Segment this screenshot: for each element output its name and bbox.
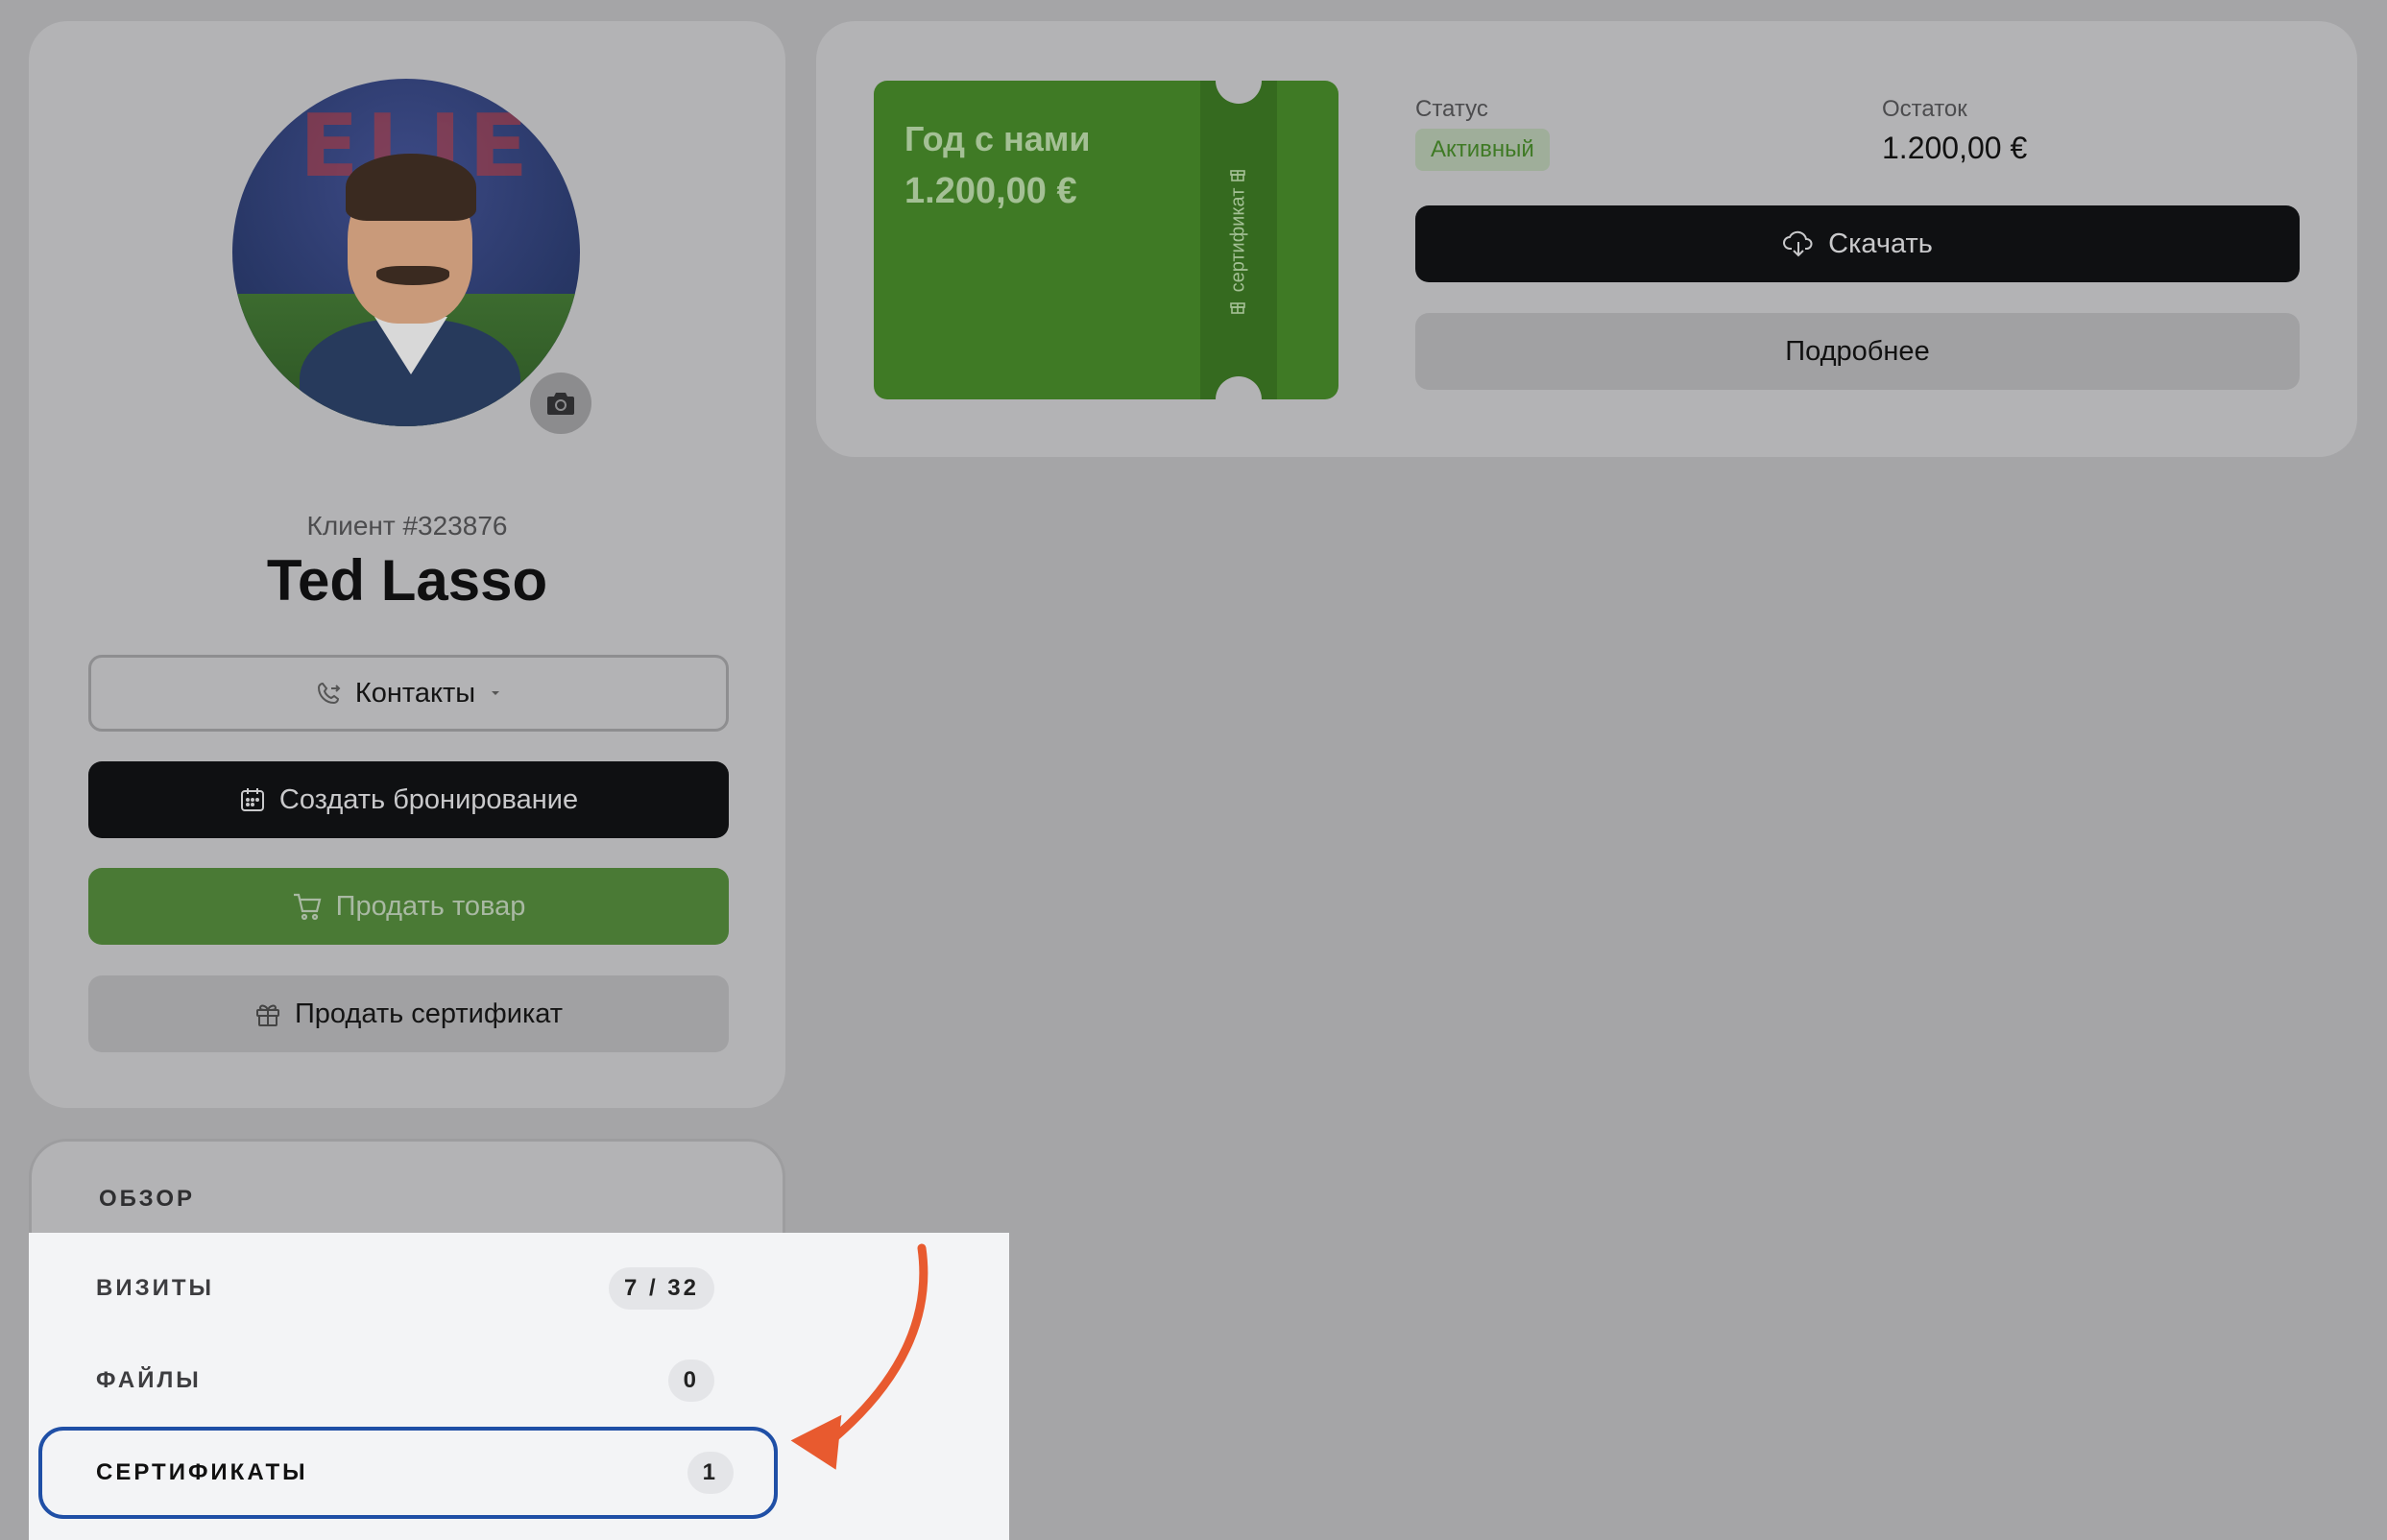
avatar: ELIE	[232, 79, 580, 426]
nav-item-label: ФАЙЛЫ	[96, 1367, 202, 1393]
client-name: Ted Lasso	[266, 548, 548, 613]
certificate-amount: 1.200,00 €	[904, 171, 1077, 211]
calendar-icon	[239, 786, 266, 813]
avatar-container: ELIE	[232, 79, 591, 434]
nav-item-files[interactable]: ФАЙЛЫ 0	[96, 1335, 720, 1427]
caret-down-icon	[489, 688, 502, 698]
gift-icon	[1229, 165, 1246, 182]
sell-certificate-label: Продать сертификат	[294, 998, 564, 1029]
gift-icon	[1229, 298, 1246, 315]
phone-arrow-icon	[315, 680, 342, 707]
change-photo-button[interactable]	[530, 373, 591, 434]
certificate-card: Год с нами 1.200,00 € сертификат Статус …	[816, 21, 2357, 457]
status-badge: Активный	[1415, 129, 1550, 171]
create-booking-button[interactable]: Создать бронирование	[88, 761, 729, 838]
gift-icon	[254, 1000, 281, 1027]
balance-value: 1.200,00 €	[1882, 131, 2028, 165]
balance-label: Остаток	[1882, 96, 1967, 122]
contacts-label: Контакты	[354, 677, 476, 709]
sell-certificate-button[interactable]: Продать сертификат	[88, 975, 729, 1052]
download-button[interactable]: Скачать	[1415, 205, 2300, 282]
annotation-arrow-icon	[790, 1243, 928, 1470]
download-label: Скачать	[1828, 228, 1933, 259]
details-label: Подробнее	[1785, 335, 1930, 367]
sell-product-button[interactable]: Продать товар	[88, 868, 729, 945]
sell-product-label: Продать товар	[335, 890, 526, 922]
create-booking-label: Создать бронирование	[278, 783, 579, 815]
details-button[interactable]: Подробнее	[1415, 313, 2300, 390]
nav-item-label: ВИЗИТЫ	[96, 1275, 215, 1301]
nav-item-certificates[interactable]: СЕРТИФИКАТЫ 1	[38, 1427, 778, 1519]
cloud-download-icon	[1782, 229, 1815, 258]
camera-icon	[545, 390, 576, 417]
contacts-dropdown-button[interactable]: Контакты	[88, 655, 729, 732]
certificate-title: Год с нами	[904, 119, 1091, 158]
nav-item-label: СЕРТИФИКАТЫ	[96, 1459, 308, 1485]
avatar-mustache	[376, 266, 449, 285]
nav-item-count: 1	[687, 1452, 734, 1494]
nav-item-count: 7 / 32	[608, 1267, 714, 1310]
nav-item-visits[interactable]: ВИЗИТЫ 7 / 32	[96, 1242, 720, 1335]
client-id: Клиент #323876	[306, 511, 508, 541]
avatar-hair	[346, 154, 476, 221]
nav-item-count: 0	[667, 1360, 714, 1402]
cart-icon	[292, 892, 323, 921]
client-profile-card: ELIE Клиент #323876 Ted Lasso Контакты С…	[29, 21, 785, 1108]
status-label: Статус	[1415, 96, 1488, 122]
certificate-vertical-label: сертификат	[1227, 187, 1249, 293]
nav-heading: ОБЗОР	[99, 1186, 195, 1212]
certificate-ticket[interactable]: Год с нами 1.200,00 € сертификат	[874, 81, 1338, 399]
